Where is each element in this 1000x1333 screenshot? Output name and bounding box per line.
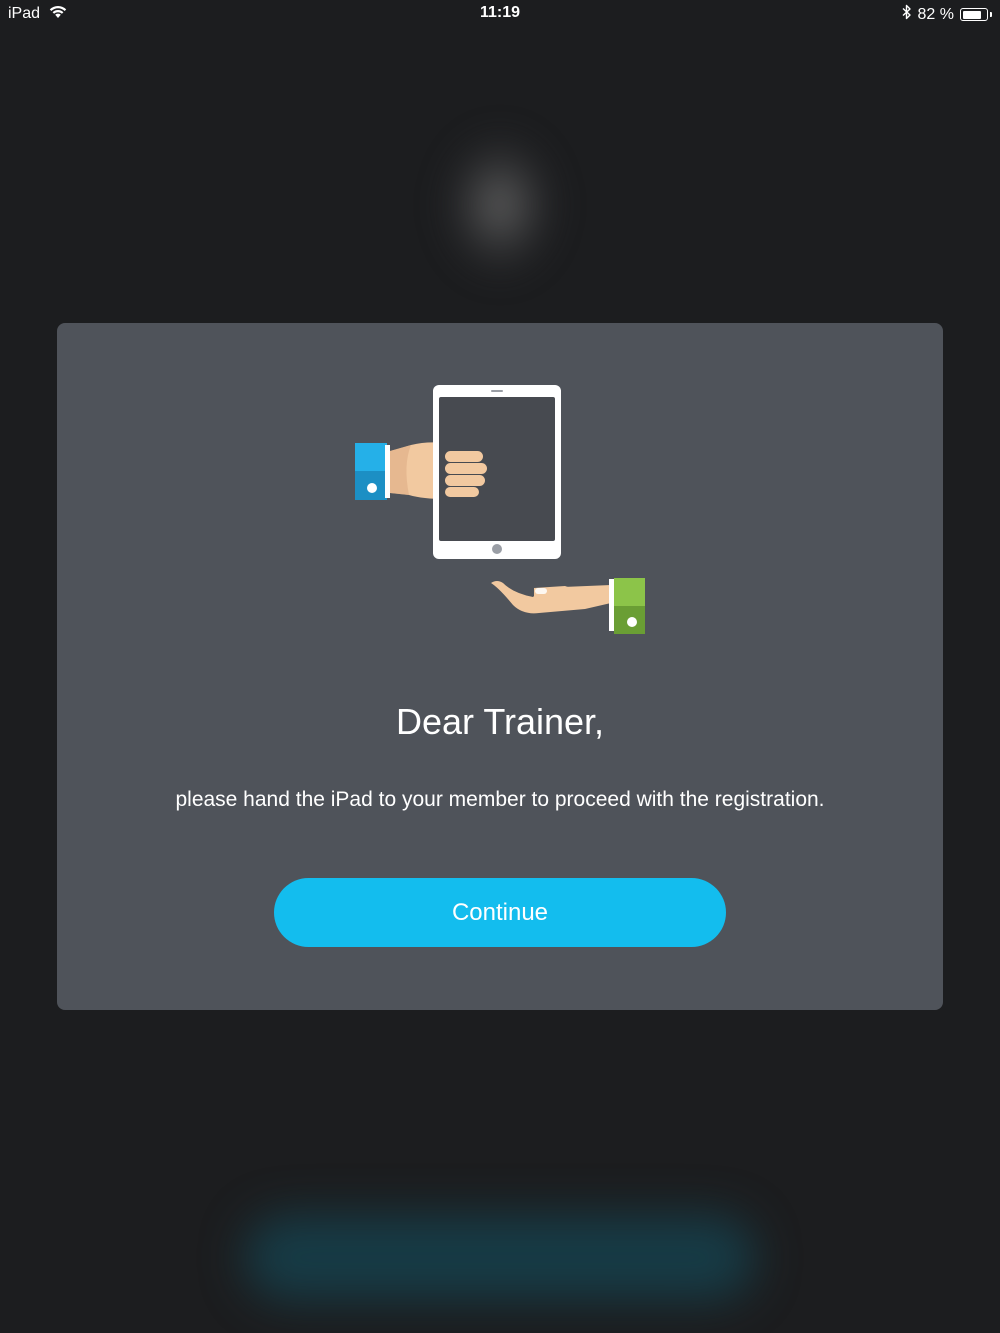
- hand-over-ipad-illustration: [353, 383, 653, 643]
- battery-fill: [962, 10, 981, 19]
- status-right: 82 %: [902, 4, 992, 25]
- status-time: 11:19: [479, 4, 521, 21]
- background-blur-bottom: [245, 1215, 755, 1300]
- receiving-hand: [491, 578, 645, 634]
- battery-icon: [960, 8, 988, 21]
- status-bar: iPad 11:19 82 %: [0, 0, 1000, 28]
- bluetooth-icon: [902, 4, 912, 25]
- battery-percent: 82 %: [917, 5, 954, 23]
- continue-button[interactable]: Continue: [274, 878, 726, 947]
- dialog-message: please hand the iPad to your member to p…: [175, 788, 825, 811]
- background-blur-top: [440, 130, 560, 280]
- dialog-title: Dear Trainer,: [395, 701, 605, 742]
- battery-tip: [990, 12, 992, 17]
- handover-dialog: Dear Trainer, please hand the iPad to yo…: [57, 323, 943, 1010]
- app-screen: iPad 11:19 82 % Dear Trainer, please han…: [0, 0, 1000, 1333]
- ipad-graphic: [433, 385, 561, 559]
